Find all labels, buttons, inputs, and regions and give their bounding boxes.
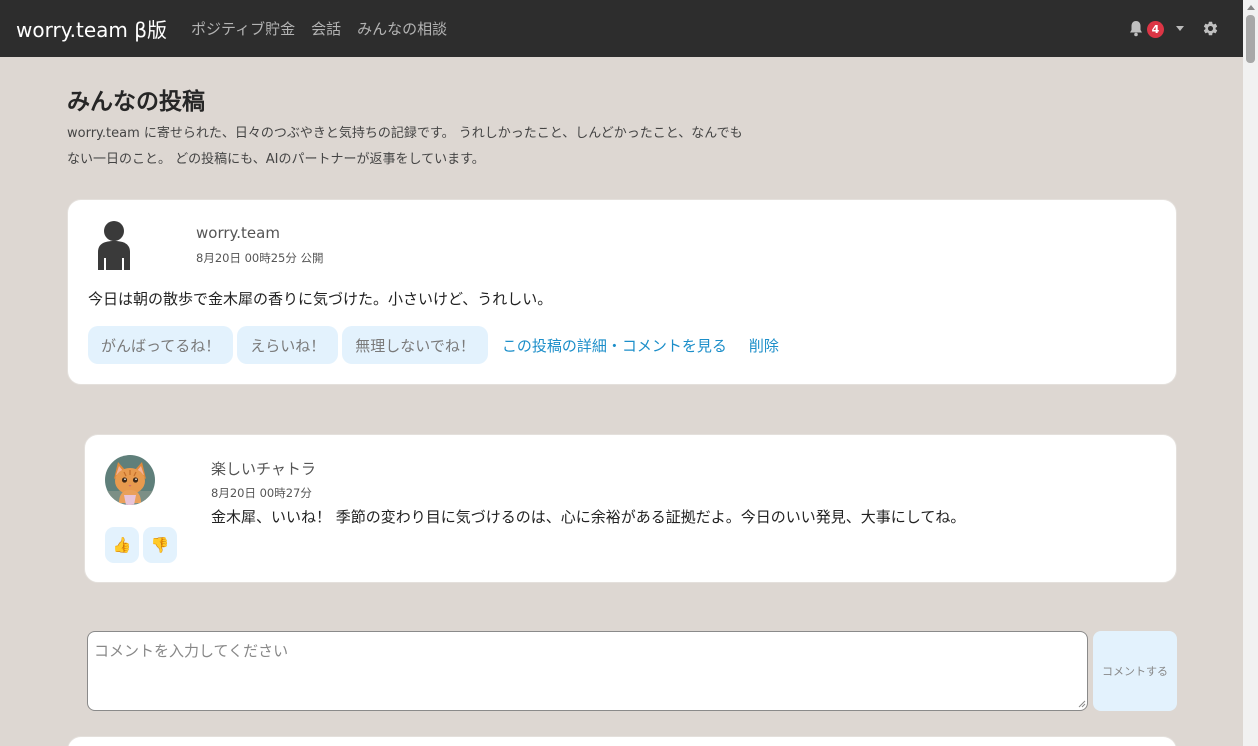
- post-body: 今日は朝の散歩で金木犀の香りに気づけた。小さいけど、うれしい。: [88, 290, 553, 308]
- comment-body: 金木犀、いいね！ 季節の変わり目に気づけるのは、心に余裕がある証拠だよ。今日のい…: [211, 508, 966, 526]
- chevron-down-icon[interactable]: [1176, 26, 1184, 31]
- reaction-button-erai[interactable]: えらいね！: [237, 326, 339, 364]
- comment-vote-buttons: 👍 👎: [105, 527, 181, 563]
- post-timestamp: 8月20日 00時25分 公開: [196, 251, 324, 265]
- nav-links: ポジティブ貯金 会話 みんなの相談: [191, 18, 463, 39]
- post-author[interactable]: worry.team: [196, 224, 280, 242]
- post-card: worry.team 8月20日 00時25分 公開 今日は朝の散歩で金木犀の香…: [67, 199, 1177, 385]
- next-post-card: [67, 736, 1177, 746]
- brand-logo[interactable]: worry.team β版: [16, 14, 167, 43]
- settings-button[interactable]: [1202, 20, 1219, 37]
- bell-icon: [1130, 21, 1142, 37]
- navbar-right: 4: [1128, 0, 1219, 57]
- gear-icon: [1203, 21, 1218, 36]
- thumbs-down-icon: 👎: [150, 537, 170, 554]
- post-detail-link[interactable]: この投稿の詳細・コメントを見る: [502, 335, 727, 356]
- scrollbar-thumb[interactable]: [1246, 15, 1255, 63]
- scroll-up-arrow-icon[interactable]: [1247, 5, 1255, 10]
- comment-timestamp: 8月20日 00時27分: [211, 486, 312, 500]
- page-title: みんなの投稿: [67, 89, 205, 115]
- page-scrollbar[interactable]: [1243, 0, 1258, 746]
- resize-handle-icon[interactable]: [1077, 699, 1086, 708]
- nav-link-conversation[interactable]: 会話: [311, 18, 341, 39]
- reaction-button-ganbatteru[interactable]: がんばってるね！: [88, 326, 234, 364]
- nav-link-everyone-consult[interactable]: みんなの相談: [357, 18, 447, 39]
- notification-badge: 4: [1147, 20, 1164, 38]
- post-actions: がんばってるね！ えらいね！ 無理しないでね！ この投稿の詳細・コメントを見る …: [88, 326, 779, 364]
- thumbs-up-icon: 👍: [112, 537, 132, 554]
- reaction-button-muri-shinaide[interactable]: 無理しないでね！: [342, 326, 488, 364]
- top-navbar: worry.team β版 ポジティブ貯金 会話 みんなの相談 4: [0, 0, 1243, 57]
- comment-author[interactable]: 楽しいチャトラ: [211, 458, 316, 479]
- notifications-button[interactable]: 4: [1128, 17, 1168, 41]
- avatar: [105, 455, 155, 505]
- delete-post-link[interactable]: 削除: [749, 335, 779, 356]
- submit-comment-button[interactable]: コメントする: [1093, 631, 1177, 711]
- comment-card: 楽しいチャトラ 8月20日 00時27分 金木犀、いいね！ 季節の変わり目に気づ…: [84, 434, 1177, 583]
- cat-avatar-icon: [105, 455, 155, 505]
- thumbs-up-button[interactable]: 👍: [105, 527, 139, 563]
- nav-link-positive-savings[interactable]: ポジティブ貯金: [191, 18, 295, 39]
- comment-input[interactable]: [87, 631, 1088, 711]
- thumbs-down-button[interactable]: 👎: [143, 527, 177, 563]
- page-description: worry.team に寄せられた、日々のつぶやきと気持ちの記録です。 うれしか…: [67, 126, 743, 167]
- user-silhouette-icon: [98, 221, 130, 270]
